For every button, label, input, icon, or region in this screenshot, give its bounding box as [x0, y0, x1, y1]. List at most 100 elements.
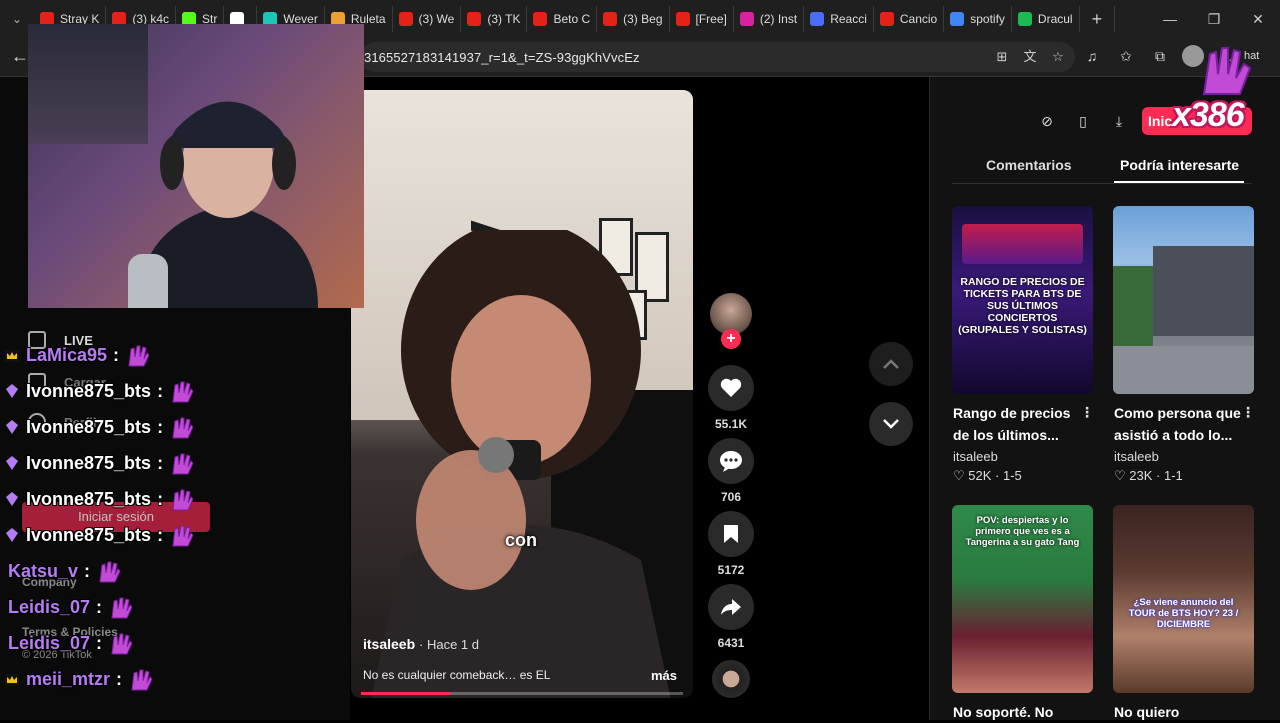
video-player[interactable]: con itsaleeb · Hace 1 d No es cualquier … [351, 90, 693, 698]
browser-tab[interactable]: Dracul [1012, 6, 1080, 32]
crown-badge-icon [5, 350, 19, 362]
webcam-overlay [28, 24, 364, 308]
stage-image [962, 224, 1083, 264]
card-title-2[interactable]: Como persona que asistió a todo lo... [1114, 402, 1244, 446]
recommended-thumb-3[interactable]: POV: despiertas y lo primero que ves es … [952, 505, 1093, 693]
gem-badge-icon [6, 528, 18, 542]
video-person [371, 230, 671, 698]
url-omnibox[interactable]: 3165527183141937_r=1&_t=ZS-93ggKhVvcEz ⊞… [360, 42, 1075, 72]
chat-username[interactable]: Ivonne875_bts [26, 525, 151, 546]
video-author[interactable]: itsaleeb · Hace 1 d [363, 636, 479, 652]
tab-favicon-icon [879, 12, 894, 26]
card-title-2-line1: Como persona que [1114, 405, 1241, 421]
tab-label: Dracul [1037, 12, 1073, 26]
chat-username[interactable]: Ivonne875_bts [26, 381, 151, 402]
minimize-icon[interactable]: — [1148, 0, 1192, 38]
next-video-button[interactable] [869, 402, 913, 446]
thumb-text-1: RANGO DE PRECIOS DE TICKETS PARA BTS DE … [958, 276, 1087, 336]
phone-icon[interactable]: ▯ [1070, 108, 1096, 134]
chevron-up-icon [883, 359, 899, 369]
video-more-link[interactable]: más [651, 668, 677, 683]
card-author-2[interactable]: itsaleeb [1114, 449, 1159, 464]
comment-action[interactable]: 706 [708, 438, 754, 504]
chat-message: Katsu_v: [8, 559, 121, 583]
comment-count: 706 [720, 490, 742, 504]
chevron-down-icon [883, 419, 899, 429]
chat-username[interactable]: Ivonne875_bts [26, 417, 151, 438]
raised-hands-emote-icon [172, 489, 194, 511]
tab-favicon-icon [810, 12, 825, 26]
tab-comments[interactable]: Comentarios [986, 157, 1072, 173]
browser-tab[interactable]: (3) We [393, 6, 462, 32]
chat-username[interactable]: LaMica95 [26, 345, 107, 366]
browser-tab[interactable]: (3) Beg [597, 6, 670, 32]
save-button[interactable] [708, 511, 754, 557]
browser-tab[interactable]: Beto C [527, 6, 598, 32]
browser-tab[interactable]: spotify [944, 6, 1012, 32]
chat-username[interactable]: Leidis_07 [8, 597, 90, 618]
card-stats-2-text: 23K · 1-1 [1129, 468, 1183, 483]
follow-plus-icon[interactable]: + [721, 329, 741, 349]
chat-username[interactable]: Leidis_07 [8, 633, 90, 654]
chat-separator: : [157, 416, 164, 437]
browser-tab[interactable]: [Free] [670, 6, 734, 32]
tree-image [1113, 266, 1153, 346]
tab-recommended[interactable]: Podría interesarte [1120, 157, 1239, 173]
comment-button[interactable] [708, 438, 754, 484]
tab-label: (2) Inst [759, 12, 798, 26]
browser-tab[interactable]: (3) TK [461, 6, 528, 32]
recommended-thumb-2[interactable] [1113, 206, 1254, 394]
chat-username[interactable]: Ivonne875_bts [26, 489, 151, 510]
window-controls: — ❐ ✕ [1148, 0, 1280, 38]
browser-tab[interactable]: Reacci [804, 6, 874, 32]
share-button[interactable] [708, 584, 754, 630]
recommended-thumb-4[interactable]: ¿Se viene anuncio del TOUR de BTS HOY? 2… [1113, 505, 1254, 693]
tabs-divider [952, 183, 1252, 184]
translate-icon[interactable]: 文 [1021, 48, 1039, 66]
card-menu-icon-1[interactable]: ⋮ [1080, 404, 1094, 421]
chat-message: Ivonne875_bts: [4, 523, 194, 547]
favorite-star-icon[interactable]: ☆ [1049, 48, 1067, 66]
close-window-icon[interactable]: ✕ [1236, 0, 1280, 38]
chat-username[interactable]: Katsu_v [8, 561, 78, 582]
collections-icon[interactable]: ⧉ [1148, 44, 1172, 68]
video-progress-bar[interactable] [361, 692, 683, 695]
browser-tab[interactable]: (2) Inst [734, 6, 805, 32]
maximize-icon[interactable]: ❐ [1192, 0, 1236, 38]
music-icon[interactable]: ♫ [1080, 44, 1104, 68]
chat-username[interactable]: Ivonne875_bts [26, 453, 151, 474]
favorites-icon[interactable]: ✩ [1114, 44, 1138, 68]
like-action[interactable]: 55.1K [708, 365, 754, 431]
tab-actions-menu-icon[interactable]: ⌄ [6, 8, 28, 30]
app-install-icon[interactable]: ⊞ [993, 48, 1011, 66]
save-action[interactable]: 5172 [708, 511, 754, 577]
music-disc-icon[interactable] [712, 660, 750, 698]
recommended-thumb-1[interactable]: RANGO DE PRECIOS DE TICKETS PARA BTS DE … [952, 206, 1093, 394]
new-tab-button[interactable]: + [1080, 6, 1116, 32]
raised-hands-emote-icon [172, 381, 194, 403]
download-icon[interactable]: ⤓ [1106, 108, 1132, 134]
card-title-1[interactable]: Rango de precios de los últimos... [953, 402, 1083, 446]
card-title-1-line2: de los últimos... [953, 427, 1059, 443]
like-button[interactable] [708, 365, 754, 411]
compass-icon[interactable]: ⊘ [1034, 108, 1060, 134]
previous-video-button[interactable] [869, 342, 913, 386]
share-action[interactable]: 6431 [708, 584, 754, 650]
raised-hands-emote-icon [111, 597, 133, 619]
tab-label: [Free] [695, 12, 727, 26]
subscriber-counter: x386 [1172, 96, 1245, 134]
chat-message: Ivonne875_bts: [4, 451, 194, 475]
tab-favicon-icon [467, 12, 482, 26]
url-text[interactable]: 3165527183141937_r=1&_t=ZS-93ggKhVvcEz [364, 50, 640, 65]
tab-favicon-icon [739, 12, 754, 26]
video-caption: con [505, 530, 538, 550]
card-author-1[interactable]: itsaleeb [953, 449, 998, 464]
card-menu-icon-2[interactable]: ⋮ [1241, 404, 1255, 421]
card-title-2-line2: asistió a todo lo... [1114, 427, 1233, 443]
chat-username[interactable]: meii_mtzr [26, 669, 110, 690]
chat-message: LaMica95: [4, 343, 150, 367]
building-image [1153, 246, 1254, 336]
browser-tab[interactable]: Cancio [874, 6, 945, 32]
gem-badge-icon [6, 420, 18, 434]
video-author-name[interactable]: itsaleeb [363, 636, 415, 652]
